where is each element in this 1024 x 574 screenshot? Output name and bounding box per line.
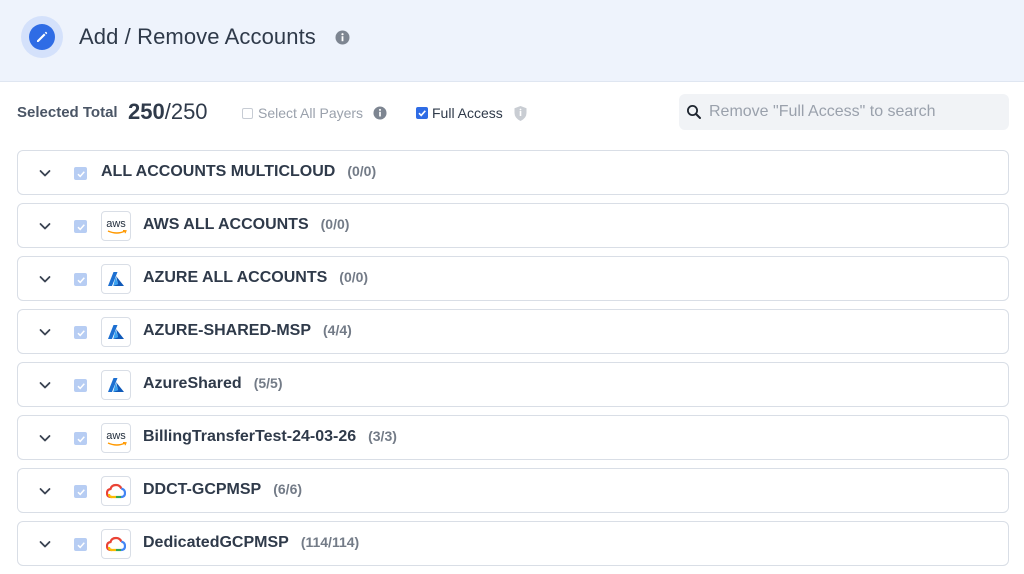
header-badge xyxy=(21,16,63,58)
account-count: (4/4) xyxy=(323,322,352,338)
chevron-down-icon[interactable] xyxy=(38,219,52,233)
account-checkbox[interactable] xyxy=(74,326,87,339)
chevron-down-icon[interactable] xyxy=(38,325,52,339)
account-name-group: AWS ALL ACCOUNTS (0/0) xyxy=(143,216,349,234)
aws-logo-text: aws xyxy=(106,217,126,230)
select-all-payers-checkbox[interactable] xyxy=(242,108,253,119)
account-name: AZURE ALL ACCOUNTS xyxy=(143,269,328,286)
chevron-down-icon[interactable] xyxy=(38,166,52,180)
chevron-down-icon[interactable] xyxy=(38,537,52,551)
chevron-down-icon[interactable] xyxy=(38,378,52,392)
azure-logo-icon xyxy=(101,264,131,294)
full-access-checkbox[interactable] xyxy=(416,107,428,119)
shield-icon xyxy=(513,105,528,122)
aws-logo-icon: aws xyxy=(101,423,131,453)
account-name: DedicatedGCPMSP xyxy=(143,534,289,551)
chevron-down-icon[interactable] xyxy=(38,272,52,286)
account-name-group: DedicatedGCPMSP (114/114) xyxy=(143,534,359,552)
account-name: AZURE-SHARED-MSP xyxy=(143,322,311,339)
account-count: (6/6) xyxy=(273,481,303,497)
full-access-label[interactable]: Full Access xyxy=(432,105,503,121)
pencil-icon xyxy=(29,24,55,50)
account-row[interactable]: DDCT-GCPMSP (6/6) xyxy=(17,468,1009,513)
search-icon xyxy=(686,104,702,120)
account-name-group: BillingTransferTest-24-03-26 (3/3) xyxy=(143,428,397,446)
aws-logo-icon: aws xyxy=(101,211,131,241)
account-name: AWS ALL ACCOUNTS xyxy=(143,216,309,233)
header: Add / Remove Accounts xyxy=(0,0,1024,82)
account-name: DDCT-GCPMSP xyxy=(143,481,262,498)
account-count: (114/114) xyxy=(300,534,360,550)
gcp-logo-icon xyxy=(101,529,131,559)
account-count: (0/0) xyxy=(320,216,350,232)
gcp-logo-icon xyxy=(101,476,131,506)
account-checkbox[interactable] xyxy=(74,167,87,180)
chevron-down-icon[interactable] xyxy=(38,431,52,445)
account-name: BillingTransferTest-24-03-26 xyxy=(143,428,357,445)
account-row[interactable]: aws BillingTransferTest-24-03-26 (3/3) xyxy=(17,415,1009,460)
account-name-group: DDCT-GCPMSP (6/6) xyxy=(143,481,302,499)
account-row[interactable]: DedicatedGCPMSP (114/114) xyxy=(17,521,1009,566)
account-name-group: AzureShared (5/5) xyxy=(143,375,283,393)
selected-total-label: Selected Total xyxy=(17,104,118,121)
account-name-group: ALL ACCOUNTS MULTICLOUD (0/0) xyxy=(101,163,376,181)
info-icon[interactable] xyxy=(373,106,387,120)
account-name-group: AZURE-SHARED-MSP (4/4) xyxy=(143,322,352,340)
selected-count: 250 xyxy=(128,99,165,124)
select-all-payers-label[interactable]: Select All Payers xyxy=(258,105,363,121)
selected-total: /250 xyxy=(164,99,208,124)
account-count: (0/0) xyxy=(339,269,369,285)
account-row[interactable]: AZURE-SHARED-MSP (4/4) xyxy=(17,309,1009,354)
account-count: (3/3) xyxy=(368,428,397,444)
search-input[interactable] xyxy=(709,94,1004,130)
account-checkbox[interactable] xyxy=(74,432,87,445)
account-row[interactable]: AZURE ALL ACCOUNTS (0/0) xyxy=(17,256,1009,301)
aws-logo-text: aws xyxy=(106,429,126,442)
account-checkbox[interactable] xyxy=(74,273,87,286)
info-icon[interactable] xyxy=(335,30,350,45)
toolbar: Selected Total 250/250 Select All Payers… xyxy=(0,82,1024,142)
account-checkbox[interactable] xyxy=(74,485,87,498)
account-count: (5/5) xyxy=(253,375,283,391)
account-checkbox[interactable] xyxy=(74,538,87,551)
selected-total-count: 250/250 xyxy=(128,99,208,125)
account-checkbox[interactable] xyxy=(74,379,87,392)
search-box[interactable] xyxy=(679,94,1009,130)
account-row[interactable]: aws AWS ALL ACCOUNTS (0/0) xyxy=(17,203,1009,248)
azure-logo-icon xyxy=(101,317,131,347)
account-name: AzureShared xyxy=(143,375,242,392)
account-checkbox[interactable] xyxy=(74,220,87,233)
account-list: ALL ACCOUNTS MULTICLOUD (0/0) aws AWS ALL A… xyxy=(17,150,1009,574)
account-name-group: AZURE ALL ACCOUNTS (0/0) xyxy=(143,269,368,287)
chevron-down-icon[interactable] xyxy=(38,484,52,498)
account-name: ALL ACCOUNTS MULTICLOUD xyxy=(101,163,336,180)
page-title: Add / Remove Accounts xyxy=(79,24,316,49)
azure-logo-icon xyxy=(101,370,131,400)
account-row[interactable]: AzureShared (5/5) xyxy=(17,362,1009,407)
account-count: (0/0) xyxy=(347,163,377,179)
account-row[interactable]: ALL ACCOUNTS MULTICLOUD (0/0) xyxy=(17,150,1009,195)
